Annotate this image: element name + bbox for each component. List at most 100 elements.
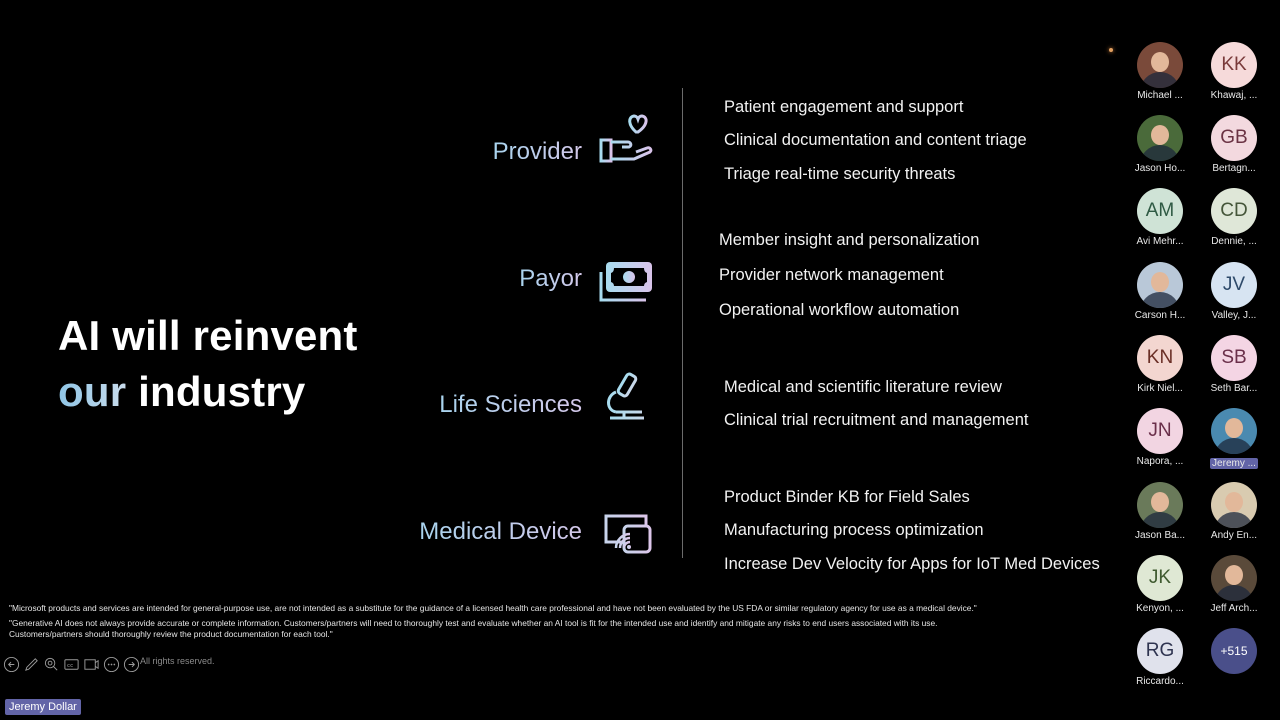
participant-name-row: Jason Ba... <box>1128 530 1192 541</box>
participant-tile[interactable]: JV Valley, J... <box>1202 262 1266 321</box>
avatar-photo-body <box>1214 585 1254 601</box>
medical-device-item: Increase Dev Velocity for Apps for IoT M… <box>724 555 1100 573</box>
avatar <box>1137 262 1183 308</box>
participant-name: Dennie, ... <box>1211 236 1257 247</box>
avatar-photo-face <box>1151 492 1169 512</box>
sector-label-provider: Provider <box>492 138 582 165</box>
participant-name: Kirk Niel... <box>1137 383 1183 394</box>
participant-tile[interactable]: KK Khawaj, ... <box>1202 42 1266 101</box>
previous-slide-button[interactable] <box>2 655 20 673</box>
participant-tile[interactable]: SB Seth Bar... <box>1202 335 1266 394</box>
avatar-photo-face <box>1225 565 1243 585</box>
copyright-text: All rights reserved. <box>140 656 215 666</box>
participant-tile[interactable]: GB Bertagn... <box>1202 115 1266 174</box>
life-sciences-item: Clinical trial recruitment and managemen… <box>724 411 1029 429</box>
participant-tile[interactable]: RG Riccardo... <box>1128 628 1192 687</box>
avatar: KK <box>1211 42 1257 88</box>
participant-name-row: Carson H... <box>1128 310 1192 321</box>
participant-tile[interactable]: KN Kirk Niel... <box>1128 335 1192 394</box>
avatar-photo-face <box>1151 125 1169 145</box>
avatar-photo-face <box>1225 418 1243 438</box>
presenter-name-label: Jeremy Dollar <box>5 699 81 715</box>
participant-tile[interactable]: JN Napora, ... <box>1128 408 1192 467</box>
zoom-button[interactable] <box>42 655 60 673</box>
slide-headline: AI will reinvent our industry <box>58 308 358 420</box>
participant-name: Riccardo... <box>1136 676 1184 687</box>
avatar: JN <box>1137 408 1183 454</box>
avatar: JV <box>1211 262 1257 308</box>
participant-name-row: Michael ... <box>1128 90 1192 101</box>
participant-name-row: Valley, J... <box>1202 310 1266 321</box>
headline-accent: our <box>58 368 127 415</box>
avatar: AM <box>1137 188 1183 234</box>
participant-tile[interactable]: Carson H... <box>1128 262 1192 321</box>
participant-tile[interactable]: Jason Ho... <box>1128 115 1192 174</box>
participant-name: Jeremy ... <box>1210 458 1258 469</box>
participant-tile[interactable]: Andy En... <box>1202 482 1266 541</box>
avatar-photo-body <box>1214 438 1254 454</box>
participant-name-row: Khawaj, ... <box>1202 90 1266 101</box>
avatar-photo-body <box>1140 512 1180 528</box>
avatar <box>1137 482 1183 528</box>
avatar-photo-body <box>1140 72 1180 88</box>
avatar <box>1137 42 1183 88</box>
money-bill-icon <box>598 258 654 306</box>
participant-tile[interactable]: Jason Ba... <box>1128 482 1192 541</box>
participant-tile[interactable]: Michael ... <box>1128 42 1192 101</box>
medical-device-item: Product Binder KB for Field Sales <box>724 488 970 506</box>
participant-name: Napora, ... <box>1136 456 1184 467</box>
participant-name: Carson H... <box>1134 310 1186 321</box>
next-slide-button[interactable] <box>122 655 140 673</box>
participant-name-row: Napora, ... <box>1128 456 1192 467</box>
more-participants-button[interactable]: +515 <box>1202 628 1266 674</box>
participant-name: Jason Ho... <box>1134 163 1186 174</box>
screen-icon <box>83 658 99 670</box>
participant-name: Andy En... <box>1210 530 1258 541</box>
payor-item: Operational workflow automation <box>719 301 960 319</box>
captions-button[interactable]: cc <box>62 655 80 673</box>
headline-line1: AI will reinvent <box>58 312 358 359</box>
participant-name-row: Kenyon, ... <box>1128 603 1192 614</box>
participant-name-row: Seth Bar... <box>1202 383 1266 394</box>
previous-icon <box>3 656 19 672</box>
participant-tile[interactable]: JK Kenyon, ... <box>1128 555 1192 614</box>
participant-name: Kenyon, ... <box>1136 603 1184 614</box>
payor-item: Member insight and personalization <box>719 231 980 249</box>
vertical-divider <box>682 88 683 558</box>
screen-button[interactable] <box>82 655 100 673</box>
participant-tile[interactable]: Jeremy ... <box>1202 408 1266 469</box>
participant-name: Seth Bar... <box>1210 383 1258 394</box>
participant-name-row: Jeremy ... <box>1202 456 1266 469</box>
avatar: CD <box>1211 188 1257 234</box>
participant-name: Michael ... <box>1137 90 1183 101</box>
provider-item: Triage real-time security threats <box>724 165 956 183</box>
pen-button[interactable] <box>22 655 40 673</box>
avatar: GB <box>1211 115 1257 161</box>
participant-name: Khawaj, ... <box>1210 90 1258 101</box>
sector-label-life-sciences: Life Sciences <box>439 391 582 418</box>
avatar: RG <box>1137 628 1183 674</box>
headline-rest: industry <box>126 368 306 415</box>
more-icon <box>103 656 119 672</box>
participant-name-row: Dennie, ... <box>1202 236 1266 247</box>
avatar-photo-face <box>1151 52 1169 72</box>
overflow-count-badge: +515 <box>1211 628 1257 674</box>
participant-tile[interactable]: AM Avi Mehr... <box>1128 188 1192 247</box>
status-indicator-dot <box>1109 48 1113 52</box>
participant-tile[interactable]: Jeff Arch... <box>1202 555 1266 614</box>
avatar-photo-body <box>1140 145 1180 161</box>
hand-heart-icon <box>598 112 654 163</box>
medical-device-item: Manufacturing process optimization <box>724 521 984 539</box>
disclaimer-genai: "Generative AI does not always provide a… <box>9 618 938 628</box>
avatar <box>1211 482 1257 528</box>
participant-name-row: Riccardo... <box>1128 676 1192 687</box>
avatar: KN <box>1137 335 1183 381</box>
next-icon <box>123 656 139 672</box>
participant-tile[interactable]: CD Dennie, ... <box>1202 188 1266 247</box>
participant-name-row: Jeff Arch... <box>1202 603 1266 614</box>
avatar: SB <box>1211 335 1257 381</box>
participant-name-row: Jason Ho... <box>1128 163 1192 174</box>
svg-text:cc: cc <box>66 662 72 668</box>
avatar <box>1211 555 1257 601</box>
more-options-button[interactable] <box>102 655 120 673</box>
